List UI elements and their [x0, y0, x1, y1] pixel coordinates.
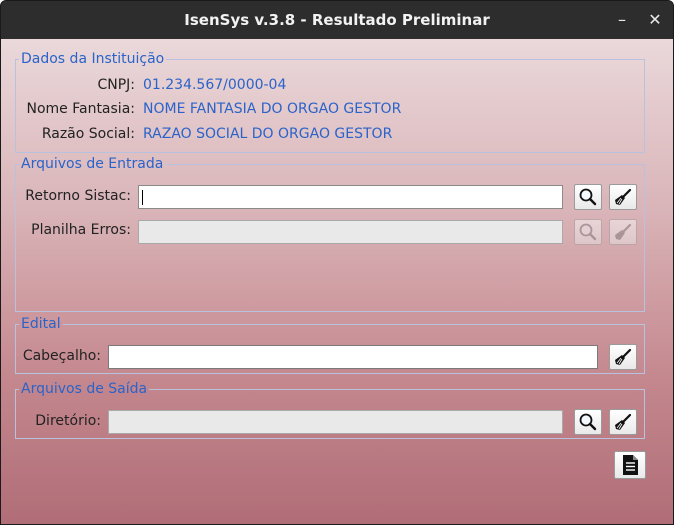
institution-legend: Dados da Instituição: [21, 51, 165, 67]
app-window: IsenSys v.3.8 - Resultado Preliminar – ✕…: [0, 0, 674, 525]
planilha-erros-label: Planilha Erros:: [31, 222, 131, 238]
planilha-search-button: [574, 219, 602, 245]
diretorio-label: Diretório:: [35, 413, 101, 429]
magnifier-icon: [579, 188, 597, 206]
title-bar[interactable]: IsenSys v.3.8 - Resultado Preliminar – ✕: [1, 1, 673, 39]
cnpj-value: 01.234.567/0000-04: [143, 77, 287, 93]
text-caret: [142, 190, 143, 205]
main-panel: Dados da Instituição CNPJ: 01.234.567/00…: [1, 39, 673, 524]
broom-icon: [615, 348, 632, 365]
retorno-sistac-field[interactable]: [138, 185, 563, 209]
retorno-sistac-label: Retorno Sistac:: [25, 188, 131, 204]
magnifier-icon: [579, 413, 597, 431]
diretorio-search-button[interactable]: [574, 409, 602, 435]
magnifier-icon: [579, 223, 597, 241]
social-name-label: Razão Social:: [41, 126, 135, 142]
input-files-legend: Arquivos de Entrada: [21, 156, 164, 172]
diretorio-clear-button[interactable]: [609, 409, 637, 435]
cabecalho-label: Cabeçalho:: [22, 348, 101, 364]
retorno-search-button[interactable]: [574, 184, 602, 210]
generate-report-button[interactable]: [614, 451, 646, 479]
document-icon: [623, 455, 638, 475]
fantasy-name-label: Nome Fantasia:: [26, 101, 135, 117]
edital-legend: Edital: [21, 316, 61, 332]
fantasy-name-value: NOME FANTASIA DO ORGAO GESTOR: [143, 101, 402, 117]
window-title: IsenSys v.3.8 - Resultado Preliminar: [184, 11, 490, 29]
cabecalho-field[interactable]: [108, 345, 598, 369]
social-name-value: RAZAO SOCIAL DO ORGAO GESTOR: [143, 126, 393, 142]
planilha-clear-button: [609, 219, 637, 245]
diretorio-field: [108, 410, 563, 434]
close-button[interactable]: ✕: [644, 9, 666, 31]
broom-icon: [615, 413, 632, 430]
minimize-button[interactable]: –: [611, 9, 633, 31]
output-files-legend: Arquivos de Saída: [21, 381, 148, 397]
broom-icon: [615, 188, 632, 205]
planilha-erros-field: [138, 220, 563, 244]
retorno-clear-button[interactable]: [609, 184, 637, 210]
cnpj-label: CNPJ:: [97, 77, 135, 93]
broom-icon: [615, 223, 632, 240]
cabecalho-clear-button[interactable]: [609, 344, 637, 370]
